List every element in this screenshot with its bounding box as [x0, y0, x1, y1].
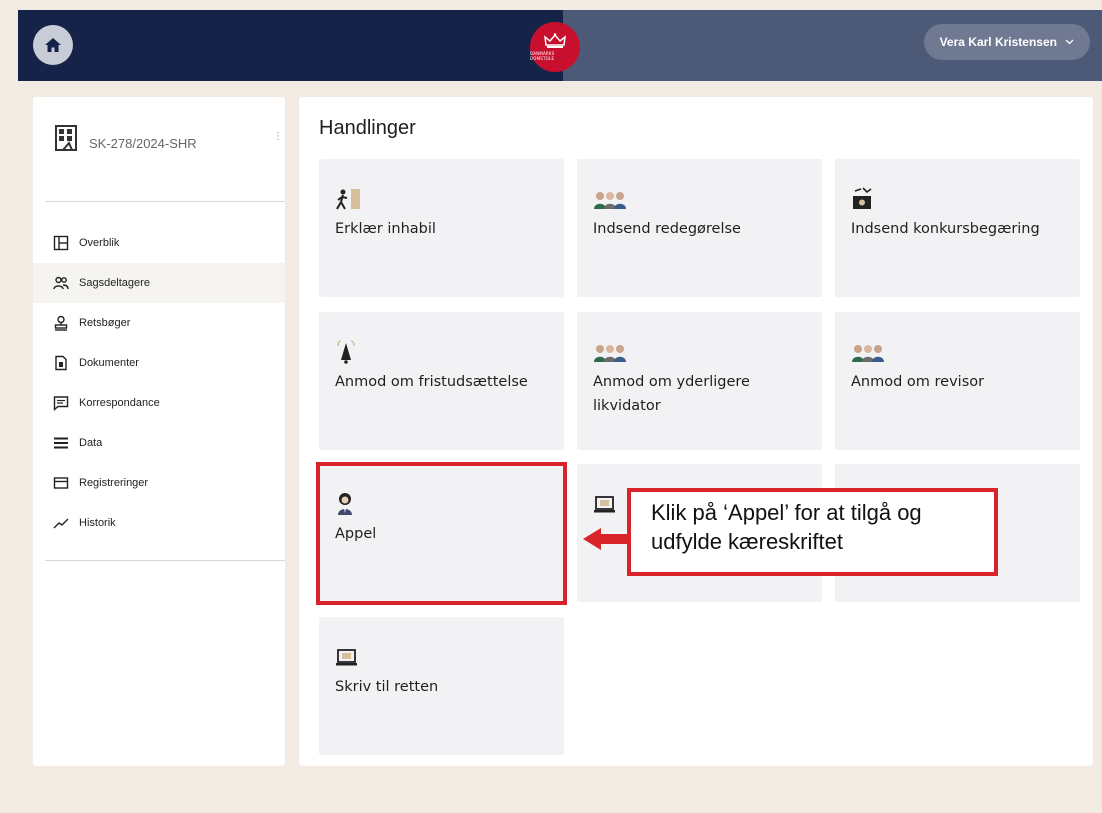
people-icon [852, 345, 884, 362]
sidebar-item-label: Data [79, 437, 103, 449]
card-icon [53, 477, 69, 489]
crest-text: DANMARKS DOMSTOLE [530, 51, 555, 61]
tile-indsend-redegorelse[interactable]: Indsend redegørelse [577, 159, 822, 297]
sidebar-item-overblik[interactable]: Overblik [33, 223, 285, 263]
tile-anmod-om-fristudsaettelse[interactable]: Anmod om fristudsættelse [319, 312, 564, 450]
sidebar-item-label: Historik [79, 517, 116, 529]
chevron-down-icon [1065, 39, 1074, 45]
exit-person-icon [336, 189, 360, 210]
stamp-icon [54, 315, 68, 331]
sidebar-item-retsboger[interactable]: Retsbøger [33, 303, 285, 343]
sidebar-item-sagsdeltagere[interactable]: Sagsdeltagere [33, 263, 285, 303]
document-icon [55, 355, 67, 371]
instruction-callout: Klik på ‘Appel’ for at tilgå og udfylde … [627, 488, 998, 576]
tile-anmod-om-revisor[interactable]: Anmod om revisor [835, 312, 1080, 450]
user-menu-button[interactable]: Vera Karl Kristensen [923, 24, 1090, 60]
sidebar-item-dokumenter[interactable]: Dokumenter [33, 343, 285, 383]
sidebar-item-data[interactable]: Data [33, 423, 285, 463]
sidebar-item-label: Korrespondance [79, 397, 160, 409]
home-icon [45, 38, 61, 52]
sidebar-item-label: Registreringer [79, 477, 149, 489]
tile-label: Skriv til retten [335, 679, 439, 695]
sidebar-item-registreringer[interactable]: Registreringer [33, 463, 285, 503]
actions-panel: Handlinger Erklær inhabil Indsend redegø… [299, 97, 1093, 766]
tile-label: Anmod om fristudsættelse [335, 374, 528, 390]
tile-label: Indsend konkursbegæring [851, 221, 1040, 237]
case-id: SK-278/2024-SHR [89, 136, 197, 151]
sidebar-item-korrespondance[interactable]: Korrespondance [33, 383, 285, 423]
tile-skriv-til-retten[interactable]: Skriv til retten [319, 617, 564, 755]
sidebar-item-label: Overblik [79, 237, 120, 249]
case-header: SK-278/2024-SHR [55, 125, 197, 151]
top-bar: DANMARKS DOMSTOLE Vera Karl Kristensen [18, 10, 1102, 81]
case-sidebar: SK-278/2024-SHR ⋮ Overblik Sagsdeltagere… [33, 97, 285, 766]
layout-icon [53, 235, 69, 251]
laptop-icon [336, 649, 357, 666]
users-icon [53, 276, 69, 290]
tile-erklaer-inhabil[interactable]: Erklær inhabil [319, 159, 564, 297]
tile-label: Indsend redegørelse [593, 221, 741, 237]
crown-icon [544, 33, 566, 48]
tile-anmod-om-yderligere-likvidator[interactable]: Anmod om yderligere likvidator [577, 312, 822, 450]
people-icon [594, 345, 626, 362]
appel-highlight-box [316, 462, 567, 605]
arrow-left-icon [583, 528, 629, 550]
sidebar-item-label: Retsbøger [79, 317, 131, 329]
building-icon [55, 125, 77, 151]
page-title: Handlinger [319, 117, 416, 139]
people-icon [594, 192, 626, 209]
sidebar-divider [45, 201, 285, 202]
tile-label: Anmod om revisor [851, 374, 985, 390]
list-icon [54, 437, 68, 449]
user-name: Vera Karl Kristensen [939, 35, 1057, 49]
tile-indsend-konkursbegaering[interactable]: Indsend konkursbegæring [835, 159, 1080, 297]
court-crest-logo[interactable]: DANMARKS DOMSTOLE [530, 22, 580, 72]
home-button[interactable] [33, 25, 73, 65]
sidebar-divider [45, 560, 285, 561]
bell-icon [337, 340, 355, 364]
top-bar-dark-section [18, 10, 563, 81]
sidebar-item-label: Dokumenter [79, 357, 139, 369]
tile-label: Erklær inhabil [335, 221, 436, 237]
sidebar-item-label: Sagsdeltagere [79, 277, 150, 289]
sidebar-item-historik[interactable]: Historik [33, 503, 285, 543]
broken-box-icon [853, 187, 872, 209]
case-menu-dot[interactable]: ⋮ [273, 131, 283, 142]
message-icon [53, 396, 69, 411]
laptop-icon [594, 496, 615, 513]
trend-icon [53, 518, 69, 529]
sidebar-nav: Overblik Sagsdeltagere Retsbøger Dokumen… [33, 223, 285, 543]
tile-label: Anmod om yderligere likvidator [593, 374, 750, 414]
